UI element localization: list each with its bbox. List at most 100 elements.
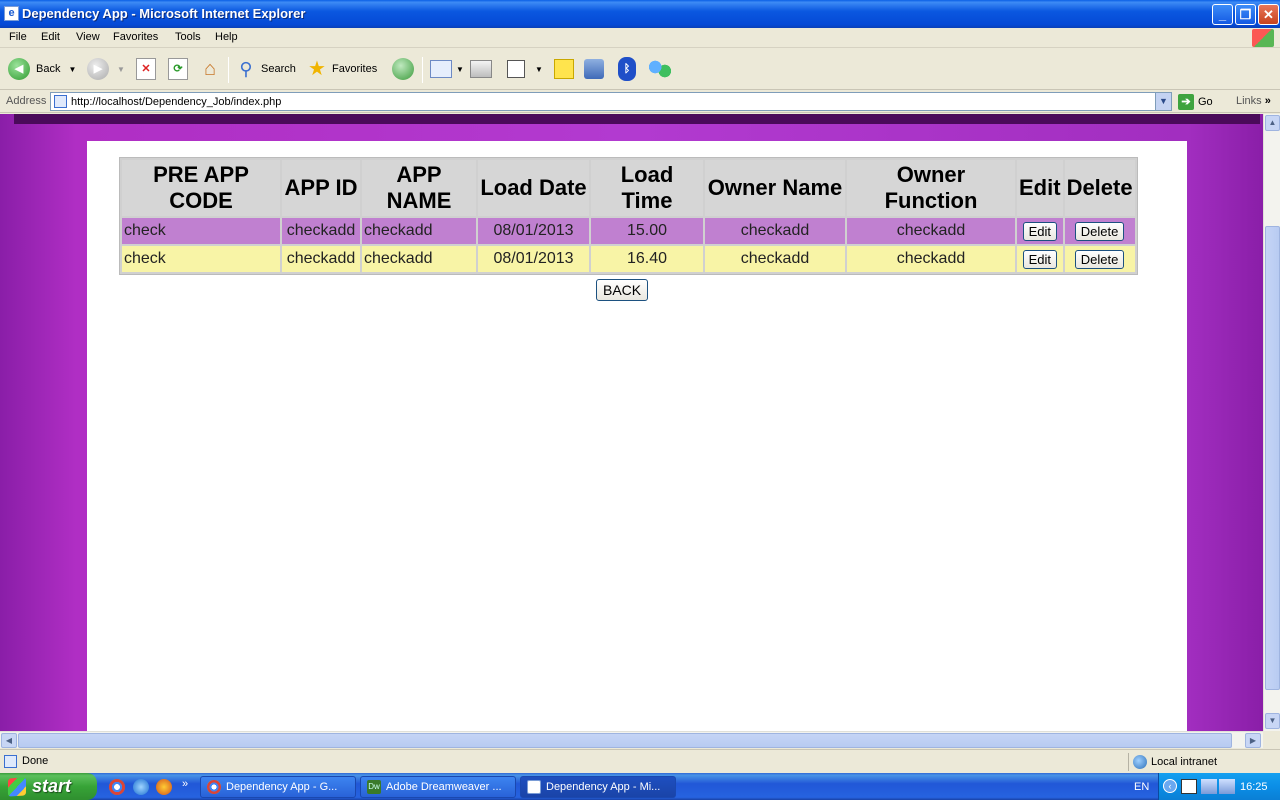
menu-help[interactable]: Help [215,31,238,43]
research-icon [584,59,604,79]
horizontal-scroll-thumb[interactable] [18,733,1232,748]
scroll-down-icon[interactable]: ▼ [1265,713,1280,729]
cell-load-time: 15.00 [591,218,703,244]
close-button[interactable]: ✕ [1258,4,1279,25]
go-arrow-icon: ➔ [1178,94,1194,110]
cell-app-name: checkadd [362,218,476,244]
security-zone[interactable]: Local intranet [1128,753,1217,771]
links-label: Links [1236,95,1262,107]
horizontal-scrollbar[interactable]: ◀ ▶ [0,731,1263,748]
research-button[interactable] [584,57,604,81]
vertical-scrollbar[interactable]: ▲ ▼ [1263,114,1280,731]
address-url[interactable]: http://localhost/Dependency_Job/index.ph… [71,96,281,108]
task-label: Dependency App - G... [226,781,338,793]
sticky-note-icon [554,59,574,79]
col-load-date: Load Date [478,160,589,216]
messenger-icon [648,59,672,79]
go-button[interactable]: ➔ Go [1178,94,1213,110]
task-chrome-dependency-app[interactable]: Dependency App - G... [200,776,356,798]
back-arrow-icon: ◀ [8,58,30,80]
mail-button[interactable]: ▼ [430,57,464,81]
forward-button[interactable]: ▶ ▼ [87,57,125,81]
clock[interactable]: 16:25 [1240,781,1268,793]
home-icon: ⌂ [203,58,217,80]
chevron-right-icon[interactable]: » [182,778,188,790]
back-dropdown-icon[interactable]: ▼ [68,65,76,74]
menu-view[interactable]: View [76,31,100,43]
back-button[interactable]: ◀ Back ▼ [8,57,76,81]
intranet-globe-icon [1133,755,1147,769]
back-page-button[interactable]: BACK [596,279,649,301]
refresh-button[interactable]: ⟳ [168,57,188,81]
col-owner-name: Owner Name [705,160,845,216]
stop-button[interactable]: ✕ [136,57,156,81]
tray-app-icon[interactable] [1181,779,1197,794]
start-button[interactable]: start [0,773,97,800]
volume-icon[interactable] [1219,779,1235,794]
edit-page-button[interactable]: ▼ [507,57,543,81]
chrome-icon[interactable] [109,779,125,795]
ie-page-icon [527,780,541,794]
firefox-icon[interactable] [156,779,172,795]
address-input[interactable]: http://localhost/Dependency_Job/index.ph… [50,92,1172,111]
internet-explorer-icon[interactable] [133,779,149,795]
vertical-scroll-thumb[interactable] [1265,226,1280,690]
edit-button[interactable]: Edit [1022,249,1057,269]
messenger-button[interactable] [648,57,672,81]
back-label: Back [36,63,61,75]
minimize-button[interactable]: _ [1212,4,1233,25]
page-icon [54,95,67,108]
scroll-right-icon[interactable]: ▶ [1245,733,1261,748]
menu-favorites[interactable]: Favorites [113,31,158,43]
search-label: Search [261,63,296,75]
cell-load-date: 08/01/2013 [478,246,589,272]
mail-dropdown-icon[interactable]: ▼ [456,65,464,74]
star-icon: ★ [308,58,326,80]
cell-owner-function: checkadd [847,218,1015,244]
col-edit: Edit [1017,160,1063,216]
edit-page-icon [507,60,525,78]
address-dropdown-icon[interactable]: ▼ [1155,93,1171,110]
menu-edit[interactable]: Edit [41,31,60,43]
task-label: Adobe Dreamweaver ... [386,781,502,793]
search-button[interactable]: ⚲ Search [235,57,296,81]
page-viewport: PRE APP CODE APP ID APP NAME Load Date L… [0,114,1263,731]
col-owner-function: Owner Function [847,160,1015,216]
ie-page-icon: e [4,6,19,21]
page-done-icon [4,755,17,768]
home-button[interactable]: ⌂ [198,57,222,81]
task-dreamweaver[interactable]: Dw Adobe Dreamweaver ... [360,776,516,798]
edit-button[interactable]: Edit [1022,221,1057,241]
delete-button[interactable]: Delete [1074,249,1125,269]
maximize-button[interactable]: ❐ [1235,4,1256,25]
windows-logo-icon [1252,29,1274,47]
cell-app-name: checkadd [362,246,476,272]
chrome-icon [207,780,221,794]
notes-button[interactable] [554,57,574,81]
language-indicator[interactable]: EN [1134,781,1149,793]
forward-dropdown-icon[interactable]: ▼ [117,65,125,74]
window-title: Dependency App - Microsoft Internet Expl… [22,6,306,21]
print-button[interactable] [470,57,492,81]
favorites-button[interactable]: ★ Favorites [306,57,377,81]
refresh-icon: ⟳ [168,58,188,80]
cell-owner-name: checkadd [705,246,845,272]
bluetooth-button[interactable]: ᛒ [618,57,636,81]
taskbar: start » Dependency App - G... Dw Adobe D… [0,773,1280,800]
menu-tools[interactable]: Tools [175,31,201,43]
task-ie-dependency-app[interactable]: Dependency App - Mi... [520,776,676,798]
cell-delete: Delete [1064,218,1135,244]
delete-button[interactable]: Delete [1074,221,1125,241]
history-button[interactable] [392,57,414,81]
network-icon[interactable] [1201,779,1217,794]
bluetooth-icon: ᛒ [618,57,636,81]
start-label: start [32,776,72,796]
scroll-left-icon[interactable]: ◀ [1,733,17,748]
cell-load-date: 08/01/2013 [478,218,589,244]
chevron-left-icon[interactable]: ‹ [1163,779,1177,793]
edit-dropdown-icon[interactable]: ▼ [535,65,543,74]
links-button[interactable]: Links » [1236,95,1271,107]
favorites-label: Favorites [332,63,378,75]
scroll-up-icon[interactable]: ▲ [1265,115,1280,131]
menu-file[interactable]: File [9,31,27,43]
